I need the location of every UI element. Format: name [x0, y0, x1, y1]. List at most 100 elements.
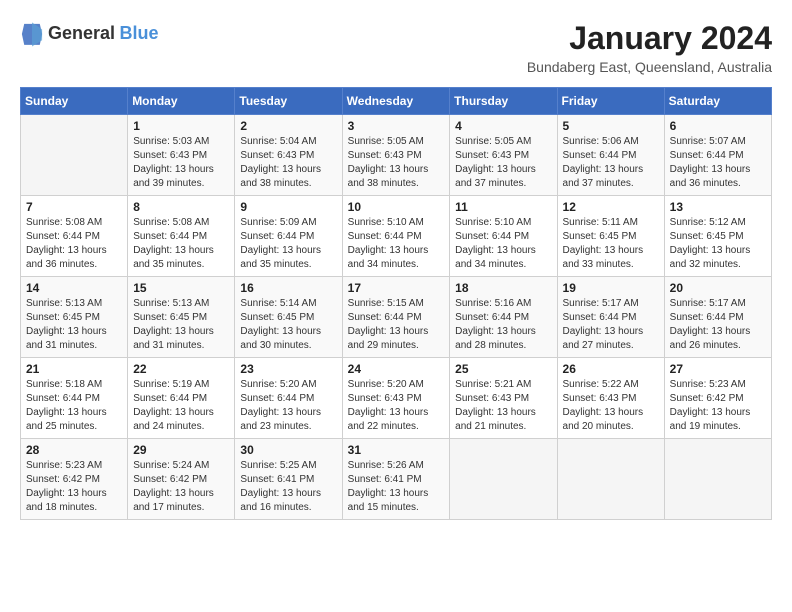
day-number: 31	[348, 443, 445, 457]
day-info: Sunrise: 5:23 AMSunset: 6:42 PMDaylight:…	[670, 378, 766, 434]
day-info: Sunrise: 5:15 AMSunset: 6:44 PMDaylight:…	[348, 297, 445, 353]
day-info: Sunrise: 5:16 AMSunset: 6:44 PMDaylight:…	[455, 297, 551, 353]
day-number: 27	[670, 362, 766, 376]
logo: General Blue	[20, 20, 159, 48]
calendar-table: SundayMondayTuesdayWednesdayThursdayFrid…	[20, 87, 772, 520]
day-number: 23	[240, 362, 336, 376]
calendar-cell: 12 Sunrise: 5:11 AMSunset: 6:45 PMDayligh…	[557, 196, 664, 277]
calendar-cell: 19 Sunrise: 5:17 AMSunset: 6:44 PMDayligh…	[557, 277, 664, 358]
day-number: 7	[26, 200, 122, 214]
day-info: Sunrise: 5:03 AMSunset: 6:43 PMDaylight:…	[133, 135, 229, 191]
day-info: Sunrise: 5:18 AMSunset: 6:44 PMDaylight:…	[26, 378, 122, 434]
day-info: Sunrise: 5:17 AMSunset: 6:44 PMDaylight:…	[563, 297, 659, 353]
calendar-cell: 14 Sunrise: 5:13 AMSunset: 6:45 PMDayligh…	[21, 277, 128, 358]
day-info: Sunrise: 5:09 AMSunset: 6:44 PMDaylight:…	[240, 216, 336, 272]
weekday-header-wednesday: Wednesday	[342, 88, 450, 115]
calendar-cell: 7 Sunrise: 5:08 AMSunset: 6:44 PMDaylight…	[21, 196, 128, 277]
location-title: Bundaberg East, Queensland, Australia	[527, 59, 772, 75]
day-info: Sunrise: 5:23 AMSunset: 6:42 PMDaylight:…	[26, 459, 122, 515]
calendar-cell: 31 Sunrise: 5:26 AMSunset: 6:41 PMDayligh…	[342, 439, 450, 520]
calendar-cell: 21Sunrise: 5:18 AMSunset: 6:44 PMDayligh…	[21, 358, 128, 439]
day-info: Sunrise: 5:13 AMSunset: 6:45 PMDaylight:…	[26, 297, 122, 353]
day-info: Sunrise: 5:20 AMSunset: 6:43 PMDaylight:…	[348, 378, 445, 434]
day-number: 19	[563, 281, 659, 295]
day-info: Sunrise: 5:10 AMSunset: 6:44 PMDaylight:…	[348, 216, 445, 272]
day-info: Sunrise: 5:07 AMSunset: 6:44 PMDaylight:…	[670, 135, 766, 191]
calendar-cell: 16 Sunrise: 5:14 AMSunset: 6:45 PMDayligh…	[235, 277, 342, 358]
calendar-cell: 17 Sunrise: 5:15 AMSunset: 6:44 PMDayligh…	[342, 277, 450, 358]
calendar-cell: 28 Sunrise: 5:23 AMSunset: 6:42 PMDayligh…	[21, 439, 128, 520]
weekday-header-friday: Friday	[557, 88, 664, 115]
day-number: 8	[133, 200, 229, 214]
day-number: 11	[455, 200, 551, 214]
day-info: Sunrise: 5:20 AMSunset: 6:44 PMDaylight:…	[240, 378, 336, 434]
day-number: 28	[26, 443, 122, 457]
day-number: 25	[455, 362, 551, 376]
weekday-header-monday: Monday	[128, 88, 235, 115]
logo-blue: Blue	[120, 23, 159, 43]
logo-text: General Blue	[48, 24, 159, 44]
day-number: 29	[133, 443, 229, 457]
day-info: Sunrise: 5:25 AMSunset: 6:41 PMDaylight:…	[240, 459, 336, 515]
day-number: 4	[455, 119, 551, 133]
weekday-header-tuesday: Tuesday	[235, 88, 342, 115]
calendar-cell: 30 Sunrise: 5:25 AMSunset: 6:41 PMDayligh…	[235, 439, 342, 520]
day-number: 14	[26, 281, 122, 295]
weekday-header-saturday: Saturday	[664, 88, 771, 115]
day-info: Sunrise: 5:26 AMSunset: 6:41 PMDaylight:…	[348, 459, 445, 515]
day-number: 15	[133, 281, 229, 295]
calendar-cell: 26 Sunrise: 5:22 AMSunset: 6:43 PMDayligh…	[557, 358, 664, 439]
calendar-cell: 11 Sunrise: 5:10 AMSunset: 6:44 PMDayligh…	[450, 196, 557, 277]
day-info: Sunrise: 5:11 AMSunset: 6:45 PMDaylight:…	[563, 216, 659, 272]
month-title: January 2024	[527, 20, 772, 57]
calendar-cell: 3 Sunrise: 5:05 AMSunset: 6:43 PMDaylight…	[342, 115, 450, 196]
day-number: 9	[240, 200, 336, 214]
day-info: Sunrise: 5:05 AMSunset: 6:43 PMDaylight:…	[455, 135, 551, 191]
calendar-cell: 18Sunrise: 5:16 AMSunset: 6:44 PMDayligh…	[450, 277, 557, 358]
header: General Blue January 2024 Bundaberg East…	[20, 20, 772, 75]
weekday-header-sunday: Sunday	[21, 88, 128, 115]
day-number: 17	[348, 281, 445, 295]
calendar-cell: 4 Sunrise: 5:05 AMSunset: 6:43 PMDaylight…	[450, 115, 557, 196]
day-number: 12	[563, 200, 659, 214]
day-info: Sunrise: 5:08 AMSunset: 6:44 PMDaylight:…	[26, 216, 122, 272]
day-number: 1	[133, 119, 229, 133]
day-number: 2	[240, 119, 336, 133]
day-number: 6	[670, 119, 766, 133]
calendar-cell	[664, 439, 771, 520]
day-info: Sunrise: 5:14 AMSunset: 6:45 PMDaylight:…	[240, 297, 336, 353]
title-area: January 2024 Bundaberg East, Queensland,…	[527, 20, 772, 75]
day-info: Sunrise: 5:10 AMSunset: 6:44 PMDaylight:…	[455, 216, 551, 272]
calendar-cell: 23 Sunrise: 5:20 AMSunset: 6:44 PMDayligh…	[235, 358, 342, 439]
day-number: 5	[563, 119, 659, 133]
calendar-cell	[557, 439, 664, 520]
calendar-cell: 15 Sunrise: 5:13 AMSunset: 6:45 PMDayligh…	[128, 277, 235, 358]
calendar-cell: 27 Sunrise: 5:23 AMSunset: 6:42 PMDayligh…	[664, 358, 771, 439]
calendar-cell: 13 Sunrise: 5:12 AMSunset: 6:45 PMDayligh…	[664, 196, 771, 277]
weekday-header-thursday: Thursday	[450, 88, 557, 115]
logo-icon	[20, 20, 44, 48]
calendar-cell: 8 Sunrise: 5:08 AMSunset: 6:44 PMDaylight…	[128, 196, 235, 277]
day-info: Sunrise: 5:22 AMSunset: 6:43 PMDaylight:…	[563, 378, 659, 434]
calendar-cell: 1 Sunrise: 5:03 AMSunset: 6:43 PMDaylight…	[128, 115, 235, 196]
calendar-cell: 10 Sunrise: 5:10 AMSunset: 6:44 PMDayligh…	[342, 196, 450, 277]
day-info: Sunrise: 5:08 AMSunset: 6:44 PMDaylight:…	[133, 216, 229, 272]
day-number: 10	[348, 200, 445, 214]
day-number: 3	[348, 119, 445, 133]
day-number: 30	[240, 443, 336, 457]
day-number: 16	[240, 281, 336, 295]
day-info: Sunrise: 5:13 AMSunset: 6:45 PMDaylight:…	[133, 297, 229, 353]
calendar-cell	[21, 115, 128, 196]
day-info: Sunrise: 5:17 AMSunset: 6:44 PMDaylight:…	[670, 297, 766, 353]
day-info: Sunrise: 5:05 AMSunset: 6:43 PMDaylight:…	[348, 135, 445, 191]
calendar-cell: 20Sunrise: 5:17 AMSunset: 6:44 PMDayligh…	[664, 277, 771, 358]
day-info: Sunrise: 5:19 AMSunset: 6:44 PMDaylight:…	[133, 378, 229, 434]
calendar-cell: 24Sunrise: 5:20 AMSunset: 6:43 PMDayligh…	[342, 358, 450, 439]
day-number: 22	[133, 362, 229, 376]
day-number: 26	[563, 362, 659, 376]
calendar-cell	[450, 439, 557, 520]
day-info: Sunrise: 5:21 AMSunset: 6:43 PMDaylight:…	[455, 378, 551, 434]
calendar-cell: 9 Sunrise: 5:09 AMSunset: 6:44 PMDaylight…	[235, 196, 342, 277]
day-info: Sunrise: 5:12 AMSunset: 6:45 PMDaylight:…	[670, 216, 766, 272]
day-number: 13	[670, 200, 766, 214]
